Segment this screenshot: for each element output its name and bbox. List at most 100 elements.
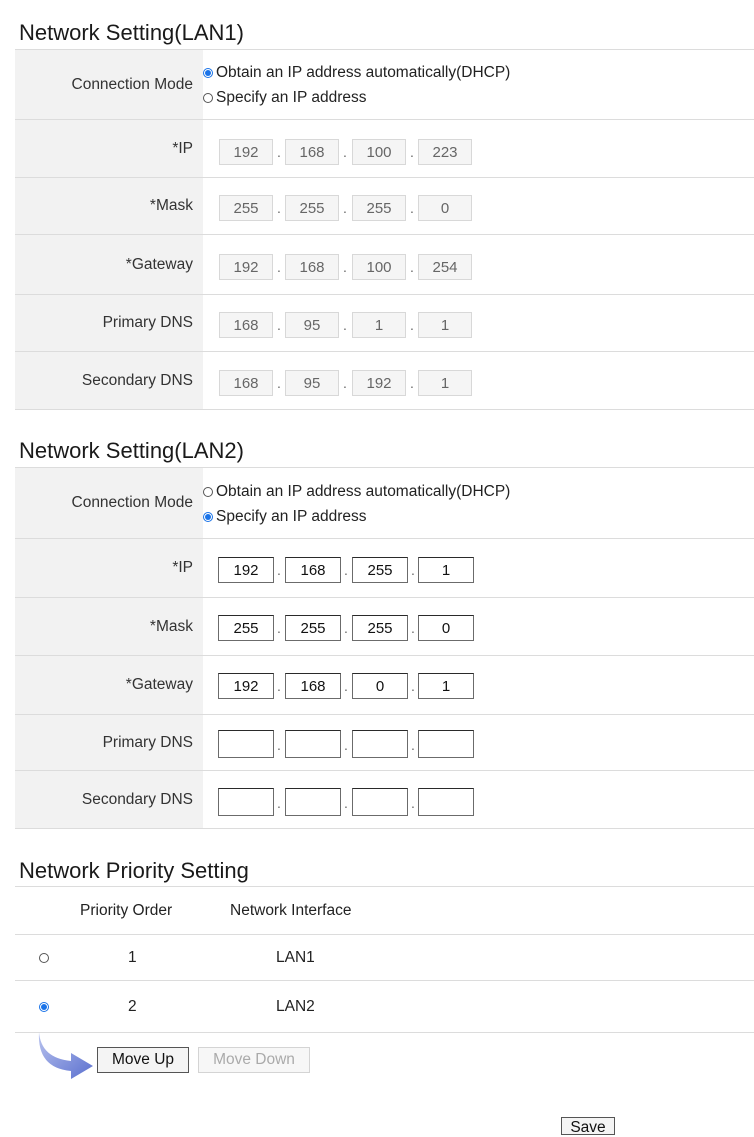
- octet-separator: .: [411, 678, 415, 694]
- lan1-connection-mode-row: Connection Mode: [15, 50, 754, 120]
- lan2-secondary-dns-octet-1[interactable]: [218, 788, 274, 816]
- octet-separator: .: [277, 678, 281, 694]
- lan1-secondary-dns-octet-4: 1: [418, 370, 472, 396]
- octet-separator: .: [343, 375, 347, 391]
- save-button[interactable]: Save: [561, 1117, 615, 1136]
- lan2-static-radio[interactable]: [203, 512, 213, 522]
- lan1-secondary-dns-label: Secondary DNS: [15, 352, 203, 409]
- octet-separator: .: [277, 144, 281, 160]
- octet-separator: .: [411, 620, 415, 636]
- priority-order-header: Priority Order: [80, 902, 173, 919]
- octet-separator: .: [277, 795, 281, 811]
- octet-separator: .: [344, 678, 348, 694]
- lan2-primary-dns-octet-1[interactable]: [218, 730, 274, 758]
- lan1-gateway-octet-2: 168: [285, 254, 339, 280]
- lan1-secondary-dns-octet-3: 192: [352, 370, 406, 396]
- octet-separator: .: [277, 620, 281, 636]
- lan1-secondary-dns-octet-2: 95: [285, 370, 339, 396]
- priority-row-2[interactable]: [15, 980, 754, 1033]
- priority-row-2-order: 2: [128, 998, 137, 1015]
- lan2-section-title: Network Setting(LAN2): [19, 438, 244, 463]
- priority-row-2-radio[interactable]: [39, 1002, 49, 1012]
- lan1-primary-dns-octet-2: 95: [285, 312, 339, 338]
- octet-separator: .: [410, 259, 414, 275]
- octet-separator: .: [277, 259, 281, 275]
- move-up-button[interactable]: Move Up: [97, 1047, 189, 1073]
- lan2-mask-octet-3[interactable]: 255: [352, 615, 408, 641]
- lan2-gateway-label: *Gateway: [15, 656, 203, 714]
- lan1-dhcp-radio[interactable]: [203, 68, 213, 78]
- octet-separator: .: [277, 200, 281, 216]
- lan1-static-option[interactable]: Specify an IP address: [203, 89, 367, 107]
- lan1-primary-dns-octet-1: 168: [219, 312, 273, 338]
- lan1-gateway-label: *Gateway: [15, 235, 203, 294]
- octet-separator: .: [410, 317, 414, 333]
- octet-separator: .: [411, 737, 415, 753]
- lan2-dhcp-radio[interactable]: [203, 487, 213, 497]
- octet-separator: .: [343, 317, 347, 333]
- octet-separator: .: [343, 200, 347, 216]
- lan2-mask-octet-1[interactable]: 255: [218, 615, 274, 641]
- octet-separator: .: [344, 620, 348, 636]
- lan1-gateway-octet-1: 192: [219, 254, 273, 280]
- curved-arrow-icon: [38, 1032, 93, 1079]
- lan2-ip-label: *IP: [15, 539, 203, 597]
- priority-row-1-radio[interactable]: [39, 953, 49, 963]
- lan1-ip-octet-3: 100: [352, 139, 406, 165]
- lan1-dhcp-option[interactable]: Obtain an IP address automatically(DHCP): [203, 64, 510, 82]
- lan1-primary-dns-label: Primary DNS: [15, 295, 203, 351]
- octet-separator: .: [277, 317, 281, 333]
- network-interface-header: Network Interface: [230, 902, 352, 919]
- lan2-static-label: Specify an IP address: [216, 508, 367, 525]
- lan2-mask-octet-2[interactable]: 255: [285, 615, 341, 641]
- octet-separator: .: [277, 737, 281, 753]
- lan2-ip-octet-2[interactable]: 168: [285, 557, 341, 583]
- lan2-dhcp-label: Obtain an IP address automatically(DHCP): [216, 483, 511, 500]
- octet-separator: .: [344, 737, 348, 753]
- move-down-button[interactable]: Move Down: [198, 1047, 310, 1073]
- lan1-section-title: Network Setting(LAN1): [19, 20, 244, 45]
- lan2-gateway-octet-2[interactable]: 168: [285, 673, 341, 699]
- lan2-secondary-dns-octet-2[interactable]: [285, 788, 341, 816]
- lan1-primary-dns-octet-3: 1: [352, 312, 406, 338]
- lan2-gateway-octet-3[interactable]: 0: [352, 673, 408, 699]
- octet-separator: .: [277, 375, 281, 391]
- lan2-mask-octet-4[interactable]: 0: [418, 615, 474, 641]
- octet-separator: .: [410, 200, 414, 216]
- lan1-ip-octet-2: 168: [285, 139, 339, 165]
- lan1-dhcp-label: Obtain an IP address automatically(DHCP): [216, 64, 511, 81]
- lan2-secondary-dns-label: Secondary DNS: [15, 771, 203, 828]
- lan1-ip-label: *IP: [15, 120, 203, 177]
- lan2-dhcp-option[interactable]: Obtain an IP address automatically(DHCP): [203, 483, 510, 501]
- octet-separator: .: [411, 562, 415, 578]
- octet-separator: .: [411, 795, 415, 811]
- lan2-primary-dns-label: Primary DNS: [15, 715, 203, 770]
- octet-separator: .: [343, 259, 347, 275]
- lan2-ip-octet-4[interactable]: 1: [418, 557, 474, 583]
- octet-separator: .: [410, 144, 414, 160]
- lan2-secondary-dns-octet-4[interactable]: [418, 788, 474, 816]
- lan2-ip-octet-1[interactable]: 192: [218, 557, 274, 583]
- lan2-mask-label: *Mask: [15, 598, 203, 655]
- octet-separator: .: [343, 144, 347, 160]
- priority-row-1[interactable]: [15, 934, 754, 981]
- lan1-mask-octet-3: 255: [352, 195, 406, 221]
- lan2-primary-dns-octet-2[interactable]: [285, 730, 341, 758]
- lan2-primary-dns-octet-4[interactable]: [418, 730, 474, 758]
- priority-row-1-interface: LAN1: [276, 949, 315, 966]
- lan1-ip-octet-1: 192: [219, 139, 273, 165]
- lan2-secondary-dns-octet-3[interactable]: [352, 788, 408, 816]
- lan1-mask-octet-1: 255: [219, 195, 273, 221]
- priority-row-2-interface: LAN2: [276, 998, 315, 1015]
- octet-separator: .: [344, 562, 348, 578]
- lan1-connection-mode-label: Connection Mode: [15, 50, 203, 119]
- lan1-static-radio[interactable]: [203, 93, 213, 103]
- lan1-primary-dns-octet-4: 1: [418, 312, 472, 338]
- lan2-primary-dns-octet-3[interactable]: [352, 730, 408, 758]
- lan2-ip-octet-3[interactable]: 255: [352, 557, 408, 583]
- lan2-gateway-octet-4[interactable]: 1: [418, 673, 474, 699]
- lan1-static-label: Specify an IP address: [216, 89, 367, 106]
- lan1-gateway-octet-3: 100: [352, 254, 406, 280]
- lan2-static-option[interactable]: Specify an IP address: [203, 508, 367, 526]
- lan2-gateway-octet-1[interactable]: 192: [218, 673, 274, 699]
